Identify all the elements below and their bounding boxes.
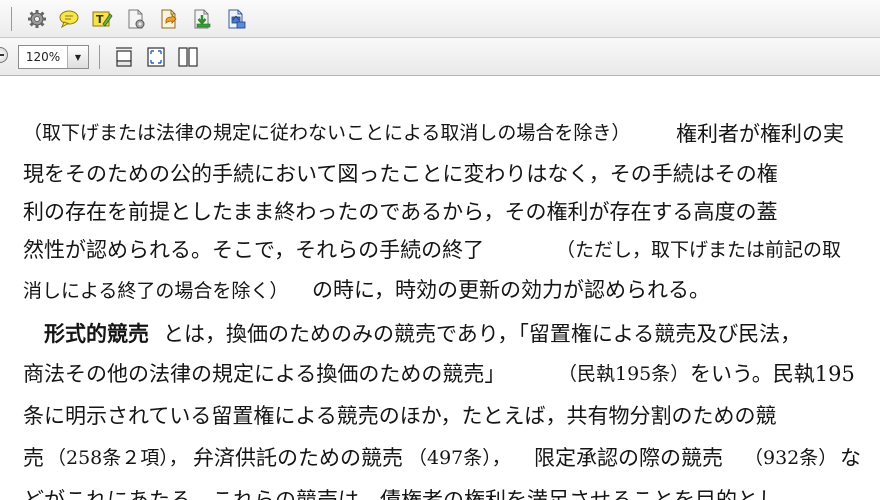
two-page-icon[interactable] — [177, 46, 199, 68]
text-line: 現をそのための公的手続において図ったことに変わりはなく，その手続はその権 — [23, 162, 778, 186]
text-line: （497条）， — [408, 447, 511, 469]
zoom-dropdown-button[interactable]: ▼ — [67, 46, 88, 68]
text-line: 権利者が権利の実 — [676, 122, 844, 146]
text-line: （取下げまたは法律の規定に従わないことによる取消しの場合を除き） — [23, 122, 631, 144]
single-page-icon[interactable] — [113, 46, 135, 68]
text-line: 利の存在を前提としたまま終わったのであるから，その権利が存在する高度の蓋 — [23, 200, 778, 224]
text-line: （民執195条） — [558, 363, 690, 385]
text-line: （ただし，取下げまたは前記の取 — [556, 239, 842, 261]
comment-icon[interactable] — [58, 8, 80, 30]
fit-page-icon[interactable] — [145, 46, 167, 68]
text-line: 限定承認の際の競売 — [534, 446, 723, 470]
text-line: 然性が認められる。そこで，それらの手続の終了 — [23, 238, 485, 262]
document-upload-icon[interactable] — [225, 8, 247, 30]
toolbar-separator — [11, 7, 12, 31]
zoom-input[interactable] — [19, 46, 67, 68]
document-export-icon[interactable] — [158, 8, 180, 30]
toolbar-separator — [99, 45, 100, 69]
document-settings-icon[interactable] — [125, 8, 147, 30]
gear-icon[interactable] — [26, 8, 48, 30]
download-icon[interactable] — [191, 8, 213, 30]
highlight-text-icon[interactable]: T — [91, 8, 113, 30]
text-line: とは，換価のためのみの競売であり，「留置権による競売及び民法， — [163, 322, 802, 346]
document-page: （取下げまたは法律の規定に従わないことによる取消しの場合を除き） 権利者が権利の… — [0, 76, 880, 500]
text-line: 条に明示されている留置権による競売のほか，たとえば，共有物分割のための競 — [23, 404, 777, 428]
text-line: どがこれにあたる。これらの競売は，債権者の権利を満足させることを目的とし — [23, 488, 779, 500]
text-line: 消しによる終了の場合を除く） — [23, 280, 289, 302]
text-line: な — [840, 446, 861, 470]
main-toolbar: T — [0, 0, 880, 38]
text-line: をいう。民執195 — [690, 362, 855, 386]
text-line: （932条） — [744, 447, 838, 469]
zoom-combobox[interactable]: ▼ — [18, 45, 89, 69]
chevron-down-icon: ▼ — [74, 52, 82, 62]
term-heading: 形式的競売 — [44, 322, 149, 346]
text-line: （258条２項）， — [47, 447, 188, 469]
text-line: 弁済供託のための競売 — [193, 446, 403, 470]
text-line: の時に，時効の更新の効力が認められる。 — [312, 278, 710, 302]
text-line: 売 — [23, 446, 44, 470]
text-line: 商法その他の法律の規定による換価のための競売」 — [23, 362, 506, 386]
